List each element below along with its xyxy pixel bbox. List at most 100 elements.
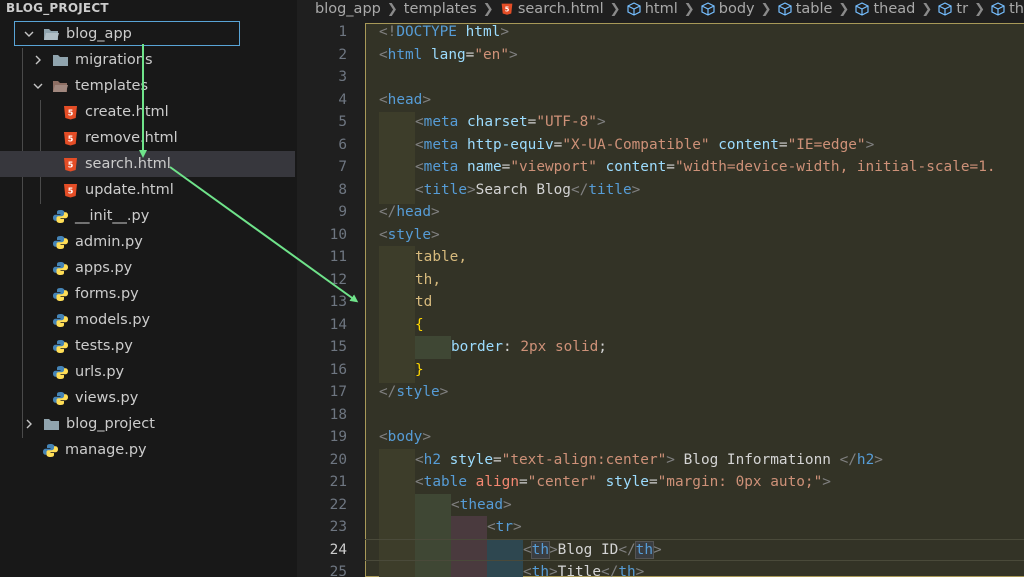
code-line-22[interactable]: <thead> bbox=[451, 494, 512, 517]
token: < bbox=[415, 451, 424, 468]
line-number: 2 bbox=[338, 46, 347, 63]
token: thead bbox=[459, 496, 503, 513]
tree-item-init-py[interactable]: __init__.py bbox=[0, 203, 295, 229]
code-line-20[interactable]: <h2 style="text-align:center"> Blog Info… bbox=[415, 449, 883, 472]
code-line-15[interactable]: border: 2px solid; bbox=[451, 336, 607, 359]
line-number: 6 bbox=[338, 136, 347, 153]
breadcrumb-item[interactable]: blog_app bbox=[315, 1, 381, 17]
token: = bbox=[553, 136, 563, 153]
breadcrumb-item[interactable]: templates bbox=[404, 1, 477, 17]
indent-highlight bbox=[415, 494, 451, 577]
token: head bbox=[396, 204, 431, 220]
svg-text:5: 5 bbox=[67, 186, 73, 195]
code-line-12[interactable]: th, bbox=[415, 269, 441, 292]
line-number-active: 24 bbox=[329, 541, 347, 558]
code-line-1[interactable]: <!DOCTYPE html> bbox=[379, 21, 509, 44]
token: { bbox=[415, 316, 424, 333]
token: table bbox=[423, 474, 467, 490]
code-line-4[interactable]: <head> bbox=[379, 89, 431, 112]
token: < bbox=[451, 496, 460, 513]
tree-item-remove-html[interactable]: 5 remove.html bbox=[0, 125, 295, 151]
tree-item-label: models.py bbox=[75, 312, 151, 328]
token: = bbox=[648, 474, 658, 490]
explorer-title[interactable]: BLOG_PROJECT bbox=[0, 0, 297, 18]
breadcrumb-item[interactable]: html bbox=[645, 1, 678, 17]
code-line-14[interactable]: { bbox=[415, 314, 424, 337]
code-line-13[interactable]: td bbox=[415, 291, 432, 314]
breadcrumb-item[interactable]: th bbox=[1009, 1, 1024, 17]
breadcrumb-item[interactable]: tr bbox=[956, 1, 968, 17]
code-line-17[interactable]: </style> bbox=[379, 381, 448, 404]
token: th bbox=[634, 540, 655, 559]
token: < bbox=[379, 91, 388, 108]
token: > bbox=[666, 451, 675, 468]
token: h2 bbox=[423, 451, 441, 468]
tree-item-admin-py[interactable]: admin.py bbox=[0, 229, 295, 255]
tree-item-label: __init__.py bbox=[75, 208, 150, 224]
code-line-21[interactable]: <table align="center" style="margin: 0px… bbox=[415, 471, 831, 494]
tree-item-templates[interactable]: templates bbox=[0, 73, 295, 99]
chevron-right-icon[interactable] bbox=[31, 53, 45, 67]
tree-item-tests-py[interactable]: tests.py bbox=[0, 333, 295, 359]
tree-item-create-html[interactable]: 5 create.html bbox=[0, 99, 295, 125]
line-number: 15 bbox=[329, 339, 347, 355]
breadcrumb-item[interactable]: body bbox=[719, 1, 755, 17]
tree-item-update-html[interactable]: 5 update.html bbox=[0, 177, 295, 203]
breadcrumb-item[interactable]: table bbox=[796, 1, 833, 17]
svg-text:5: 5 bbox=[67, 160, 73, 169]
tree-item-models-py[interactable]: models.py bbox=[0, 307, 295, 333]
tree-item-label: manage.py bbox=[65, 442, 147, 458]
token: < bbox=[379, 46, 388, 63]
breadcrumb-item[interactable]: thead bbox=[873, 1, 915, 17]
tree-item-apps-py[interactable]: apps.py bbox=[0, 255, 295, 281]
tree-item-search-html[interactable]: 5 search.html bbox=[0, 151, 295, 177]
svg-text:5: 5 bbox=[67, 108, 73, 117]
tree-item-label: update.html bbox=[85, 182, 174, 198]
tree-item-manage-py[interactable]: manage.py bbox=[0, 437, 295, 463]
code-line-11[interactable]: table, bbox=[415, 246, 467, 269]
chevron-right-icon[interactable] bbox=[22, 417, 36, 431]
breadcrumb-item[interactable]: search.html bbox=[518, 1, 604, 17]
token: < bbox=[487, 519, 496, 535]
token: style bbox=[396, 384, 440, 400]
line-number: 22 bbox=[329, 496, 347, 513]
tree-item-urls-py[interactable]: urls.py bbox=[0, 359, 295, 385]
code-line-6[interactable]: <meta http-equiv="X-UA-Compatible" conte… bbox=[415, 134, 874, 157]
code-line-5[interactable]: <meta charset="UTF-8"> bbox=[415, 111, 606, 134]
token: </ bbox=[601, 564, 619, 577]
token: "IE=edge" bbox=[787, 136, 866, 153]
token: charset bbox=[458, 114, 528, 130]
tree-item-label: templates bbox=[75, 78, 149, 94]
code-editor[interactable]: 1 2 3 4 5 6 7 8 9 10 11 12 13 14 15 16 1… bbox=[297, 20, 1024, 577]
token: < bbox=[415, 181, 424, 198]
chevron-right-icon: ❯ bbox=[482, 1, 494, 17]
code-line-23[interactable]: <tr> bbox=[487, 516, 522, 539]
token: > bbox=[513, 519, 522, 535]
code-line-2[interactable]: <html lang="en"> bbox=[379, 44, 518, 67]
token: Blog ID bbox=[557, 541, 619, 558]
code-line-9[interactable]: </head> bbox=[379, 201, 440, 224]
code-line-25[interactable]: <th>Title</th> bbox=[523, 561, 644, 577]
tree-item-migrations[interactable]: migrations bbox=[0, 47, 295, 73]
code-line-7[interactable]: <meta name="viewport" content="width=dev… bbox=[415, 156, 996, 179]
token: Search Blog bbox=[475, 181, 571, 198]
tree-item-forms-py[interactable]: forms.py bbox=[0, 281, 295, 307]
code-line-10[interactable]: <style> bbox=[379, 224, 440, 247]
token: < bbox=[415, 136, 424, 153]
tree-item-blog-project[interactable]: blog_project bbox=[0, 411, 295, 437]
code-line-16[interactable]: } bbox=[415, 359, 424, 382]
token: > bbox=[431, 226, 440, 243]
code-line-8[interactable]: <title>Search Blog</title> bbox=[415, 179, 640, 202]
tree-item-views-py[interactable]: views.py bbox=[0, 385, 295, 411]
line-number: 5 bbox=[338, 114, 347, 130]
token: </ bbox=[839, 451, 857, 468]
token: > bbox=[549, 541, 558, 558]
code-line-19[interactable]: <body> bbox=[379, 426, 431, 449]
code-line-24[interactable]: <th>Blog ID</th> bbox=[523, 539, 662, 562]
line-number: 16 bbox=[329, 361, 347, 378]
chevron-down-icon[interactable] bbox=[22, 27, 36, 41]
token: Blog Informationn bbox=[674, 451, 840, 468]
chevron-down-icon[interactable] bbox=[31, 79, 45, 93]
tree-item-blog-app[interactable]: blog_app bbox=[0, 21, 295, 47]
token: "text-align:center" bbox=[501, 451, 667, 468]
